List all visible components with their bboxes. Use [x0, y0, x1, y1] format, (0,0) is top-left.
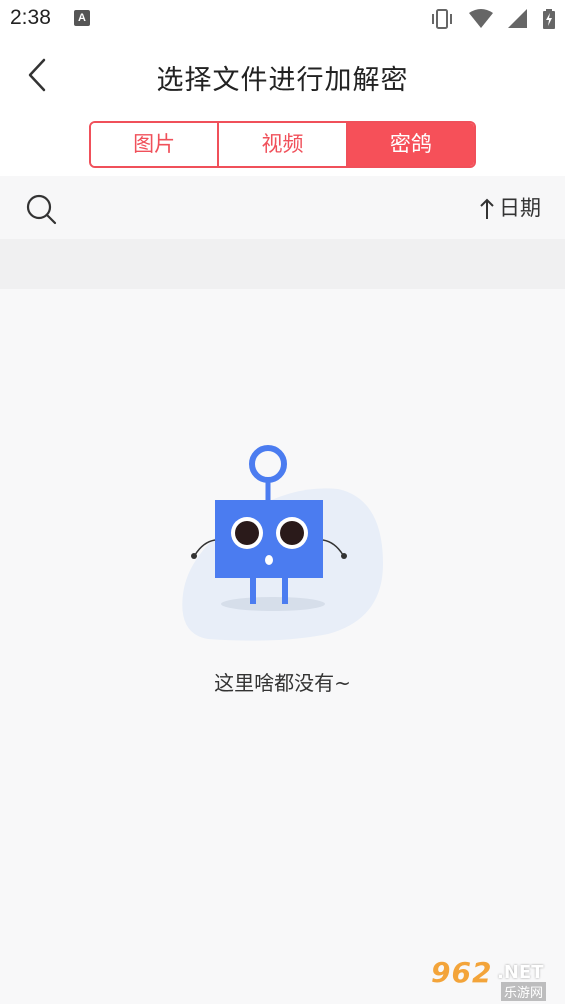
- vibrate-icon: [431, 9, 452, 29]
- watermark-logo: 962 .NET 乐游网: [425, 956, 559, 1001]
- search-button[interactable]: [22, 190, 60, 228]
- page-title: 选择文件进行加解密: [156, 65, 409, 96]
- file-list-area: 这里啥都没有~: [0, 289, 565, 1004]
- sort-label: 日期: [499, 196, 541, 220]
- tab-images[interactable]: 图片: [91, 123, 220, 166]
- tab-strip: 图片 视频 密鸽: [0, 116, 565, 176]
- status-time: 2:38: [10, 6, 51, 29]
- robot-illustration: [182, 445, 383, 641]
- app-header: 选择文件进行加解密: [0, 40, 565, 116]
- list-header-band: [0, 239, 565, 289]
- watermark-subtitle: 乐游网: [501, 982, 547, 1001]
- sort-by-date-button[interactable]: 日期: [479, 192, 541, 222]
- empty-message: 这里啥都没有~: [214, 671, 351, 695]
- arrow-up-icon: [480, 198, 494, 219]
- wifi-icon: [468, 9, 493, 28]
- tab-group: 图片 视频 密鸽: [89, 121, 476, 168]
- tab-videos[interactable]: 视频: [219, 123, 348, 166]
- notification-icon: A: [74, 10, 90, 26]
- toolbar: 日期: [0, 176, 565, 239]
- watermark-brand: 962: [431, 956, 493, 989]
- signal-icon: [507, 9, 527, 28]
- search-icon: [26, 194, 57, 225]
- battery-charging-icon: [543, 9, 555, 29]
- tab-migo[interactable]: 密鸽: [347, 123, 474, 166]
- status-bar: 2:38 A: [0, 0, 565, 40]
- watermark-suffix: .NET: [497, 962, 544, 983]
- status-icons: [420, 8, 555, 30]
